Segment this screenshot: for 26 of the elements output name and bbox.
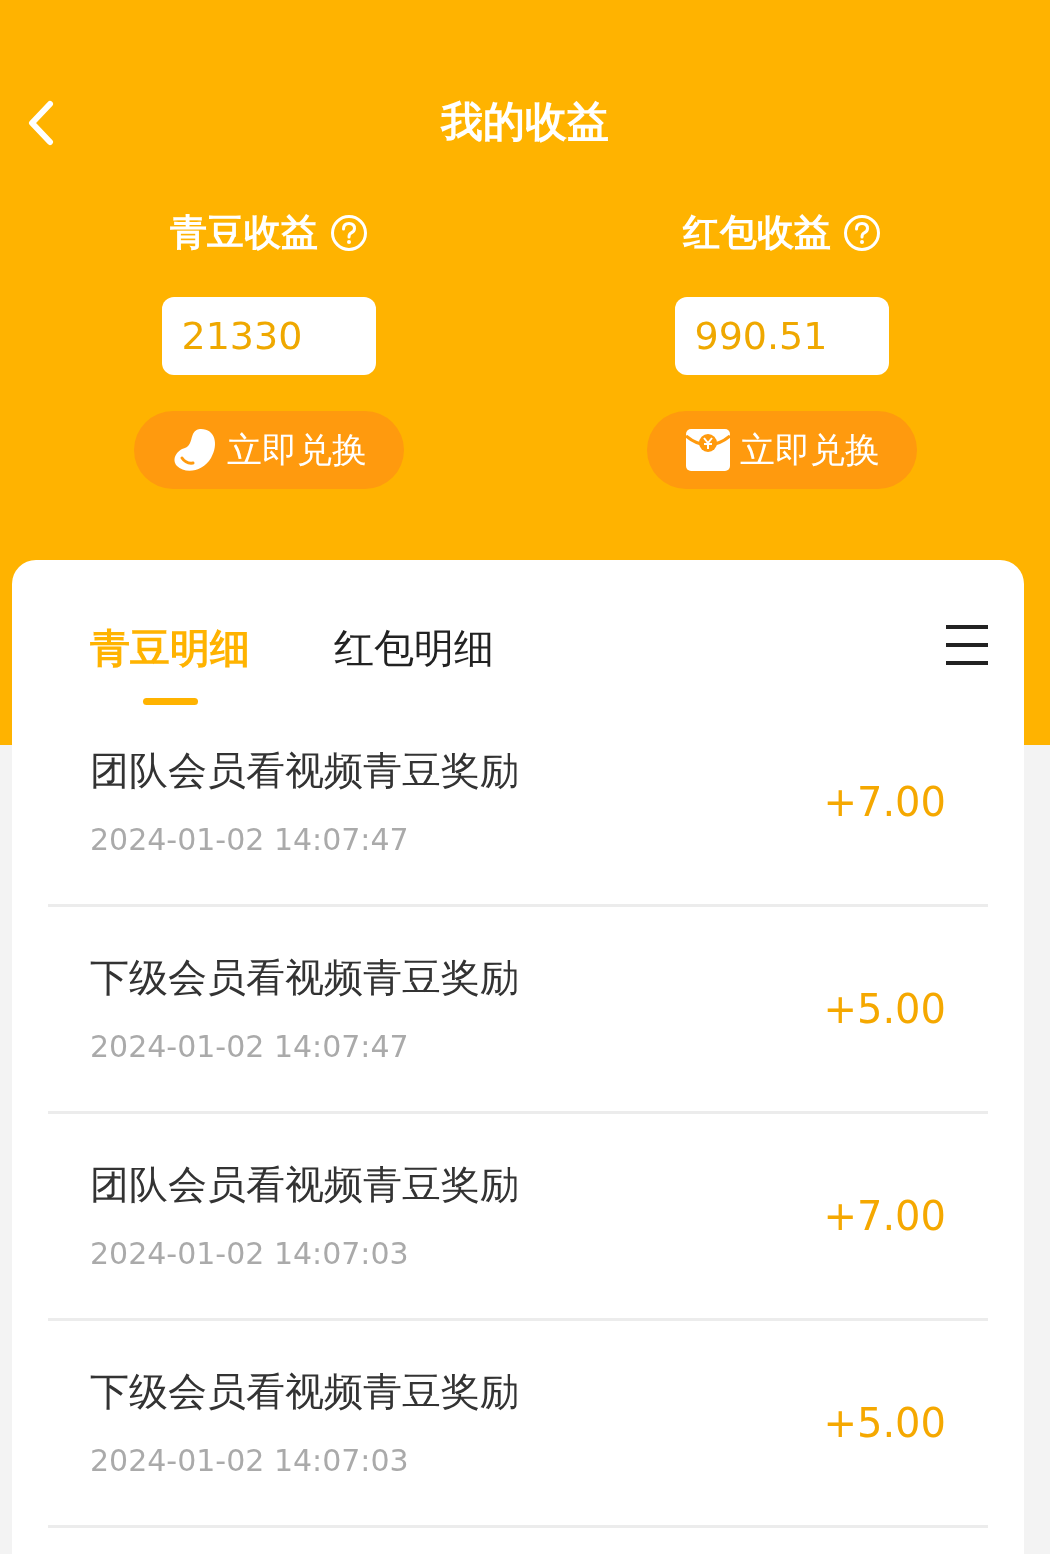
tab[interactable]: 青豆明细 <box>90 618 250 705</box>
redeem-button[interactable]: 立即兑换 <box>646 411 917 489</box>
balance-label: 青豆收益 <box>169 210 318 257</box>
help-icon[interactable] <box>842 214 881 252</box>
record-title: 下级会员看视频青豆奖励 <box>90 1368 519 1417</box>
record-time: 2024-01-02 14:07:47 <box>90 820 410 859</box>
envelope-icon <box>683 426 732 474</box>
record-amount: +7.00 <box>823 778 946 827</box>
record-title: 团队会员看视频青豆奖励 <box>90 747 519 796</box>
redeem-button[interactable]: 立即兑换 <box>133 411 404 489</box>
record-amount: +5.00 <box>823 1399 946 1448</box>
menu-icon[interactable] <box>946 624 988 666</box>
balance-value: 21330 <box>161 297 376 375</box>
record-time: 2024-01-02 14:07:03 <box>90 1441 410 1480</box>
record-time: 2024-01-02 14:07:03 <box>90 1234 410 1273</box>
record-amount: +5.00 <box>823 985 946 1034</box>
page-title: 我的收益 <box>441 97 609 146</box>
tab[interactable]: 红包明细 <box>334 618 494 678</box>
balance-value: 990.51 <box>674 297 889 375</box>
help-icon[interactable] <box>329 214 368 252</box>
record-amount: +7.00 <box>823 1192 946 1241</box>
balance-label: 红包收益 <box>682 210 831 257</box>
record-title: 团队会员看视频青豆奖励 <box>90 1161 519 1210</box>
record-time: 2024-01-02 14:07:47 <box>90 1027 410 1066</box>
record-title: 下级会员看视频青豆奖励 <box>90 954 519 1003</box>
back-icon[interactable] <box>26 100 54 146</box>
